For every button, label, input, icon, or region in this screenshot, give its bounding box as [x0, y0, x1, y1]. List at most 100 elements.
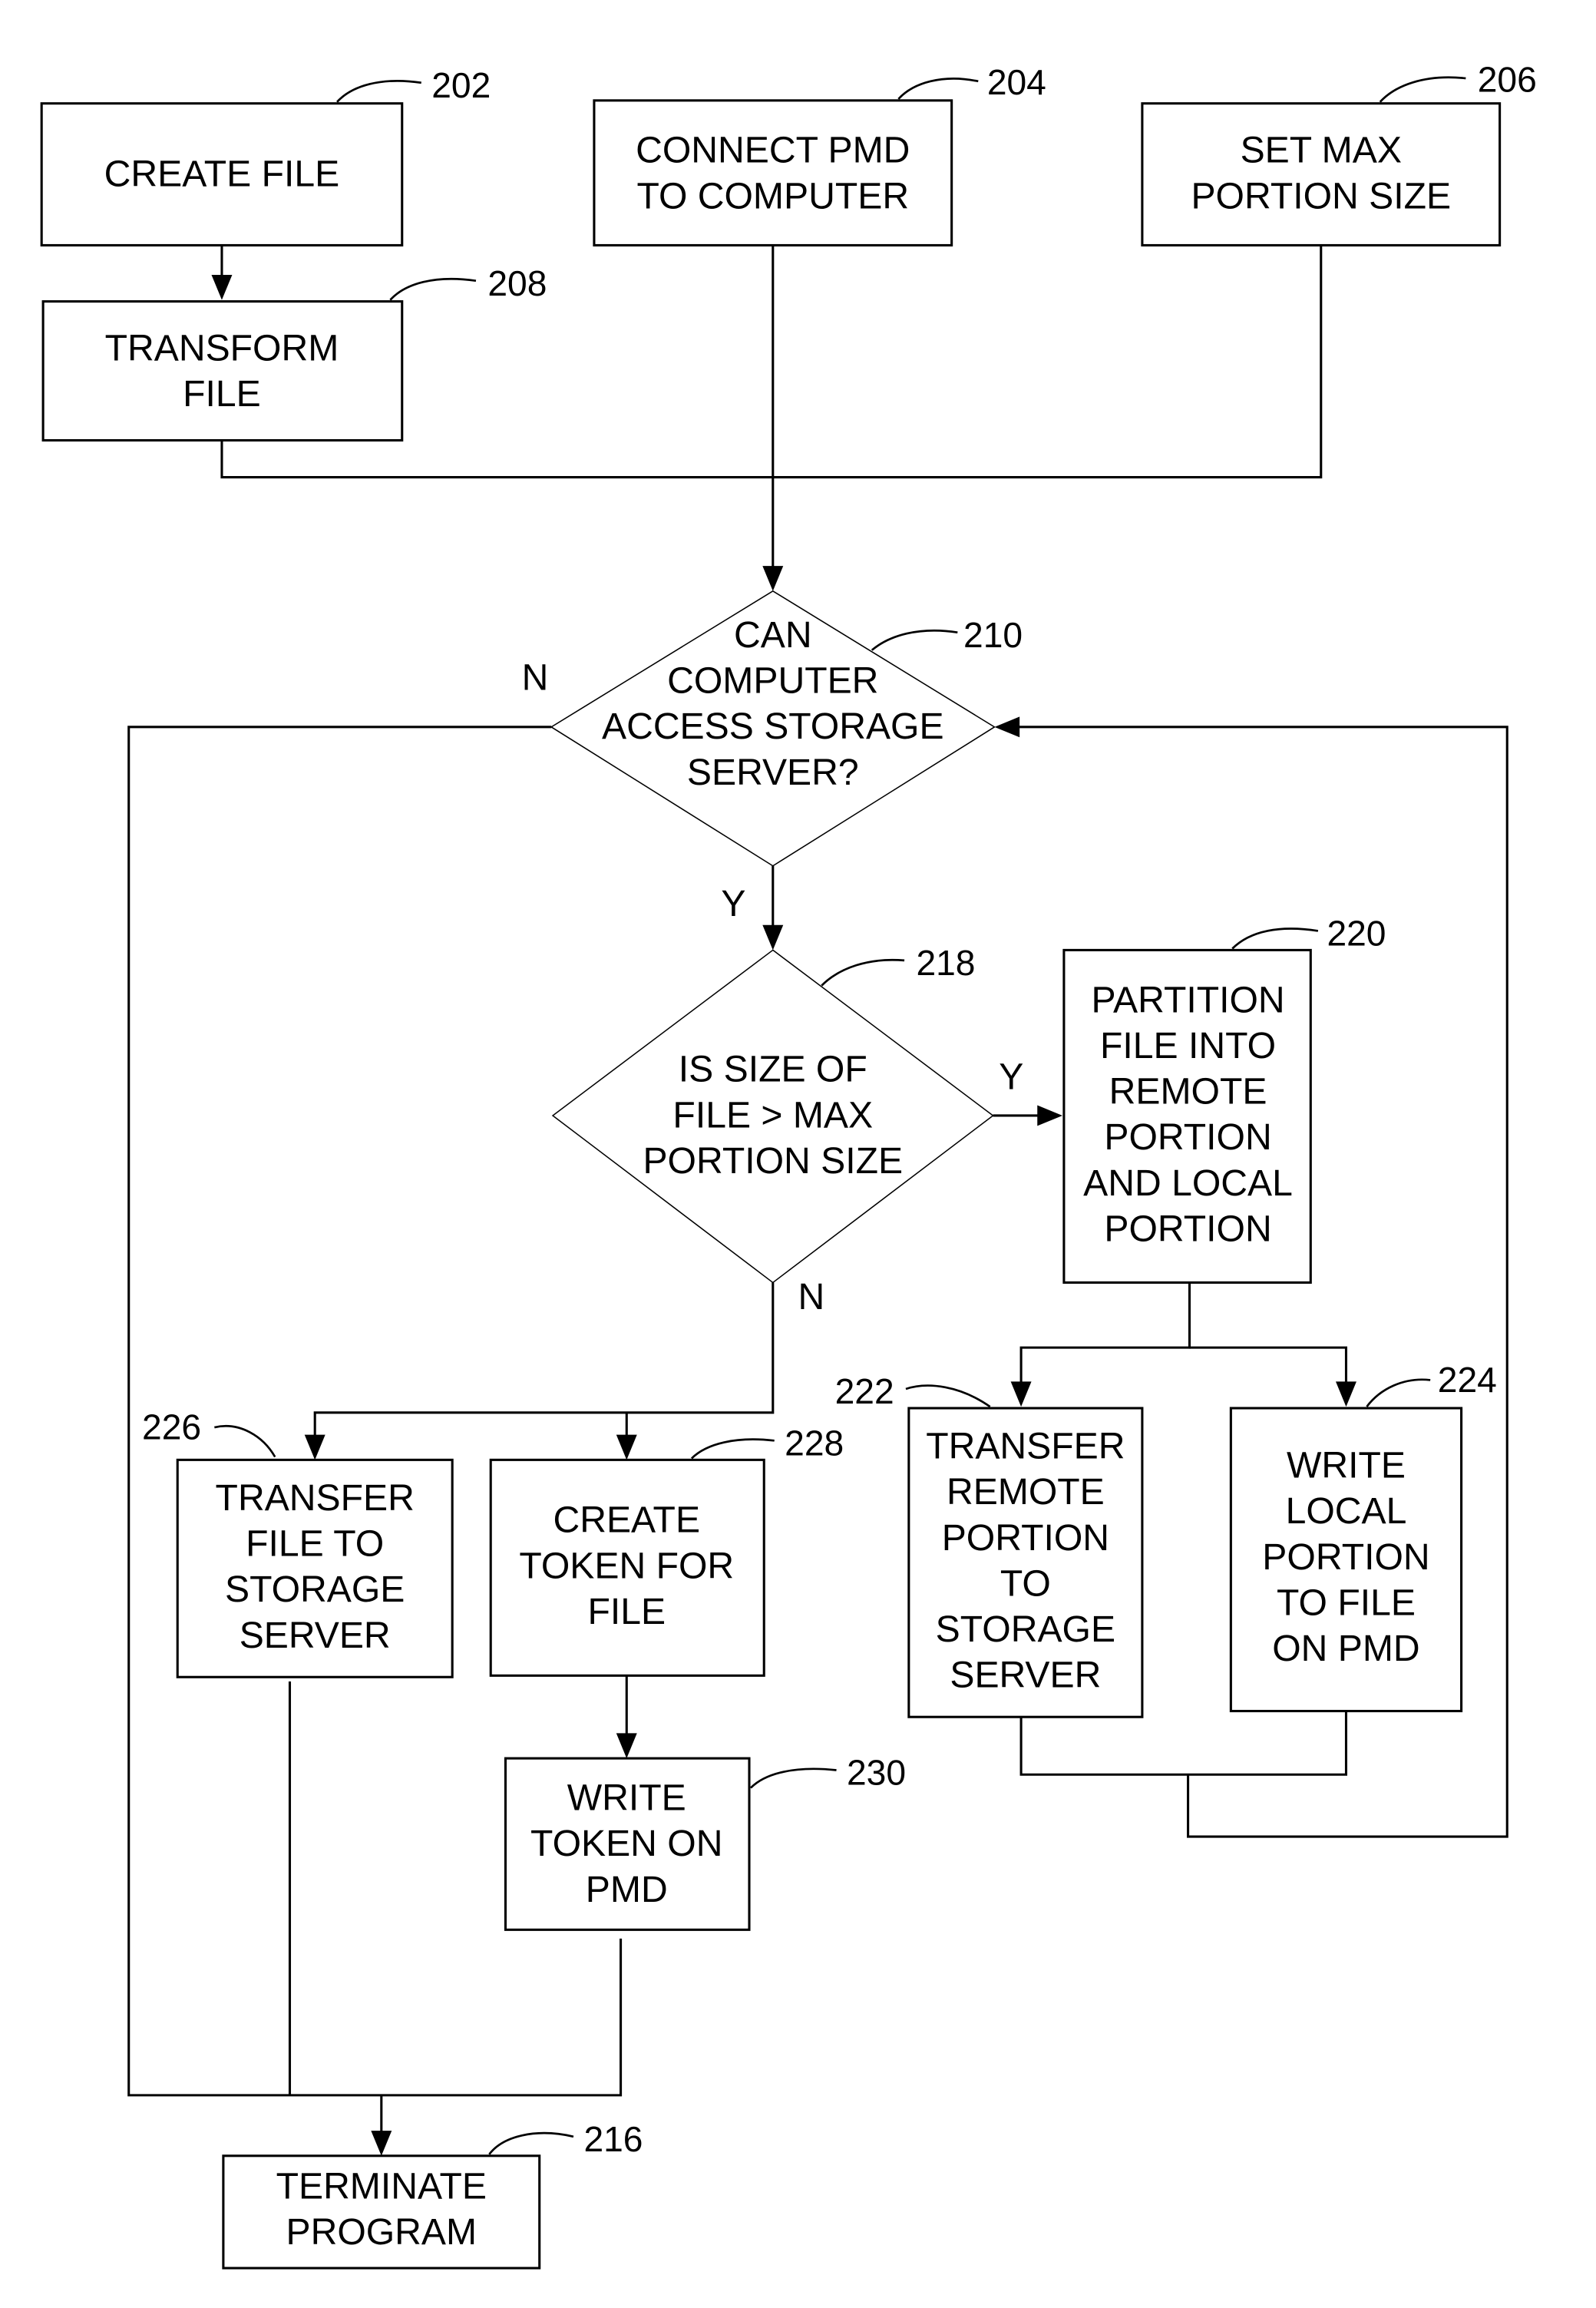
ref-228: 228 — [785, 1423, 844, 1463]
arrow-210-icon — [762, 566, 784, 591]
ref-226: 226 — [142, 1407, 201, 1447]
arrow-208-icon — [211, 274, 233, 300]
node-220-line-6: PORTION — [1104, 1209, 1271, 1250]
node-220-line-5: AND LOCAL — [1083, 1162, 1293, 1204]
node-220-line-2: FILE INTO — [1100, 1025, 1276, 1066]
edge-218-226 — [313, 1282, 775, 1446]
arrow-230-icon — [616, 1733, 637, 1759]
decision-218-line-2: FILE > MAX — [672, 1094, 873, 1136]
node-208-line-1: TRANSFORM — [105, 328, 339, 369]
node-222: TRANSFER REMOTE PORTION TO STORAGE SERVE… — [907, 1407, 1144, 1718]
node-230: WRITE TOKEN ON PMD — [504, 1757, 751, 1931]
node-202: CREATE FILE — [40, 102, 404, 246]
leader-204 — [897, 78, 979, 100]
node-206-line-1: SET MAX — [1241, 130, 1402, 171]
node-230-line-1: WRITE — [567, 1777, 686, 1818]
node-226-line-3: STORAGE — [225, 1569, 405, 1610]
node-206: SET MAX PORTION SIZE — [1141, 102, 1502, 246]
ref-222: 222 — [835, 1371, 894, 1411]
edge-222-224-merge — [1019, 1711, 1348, 1776]
arrow-218-icon — [762, 924, 784, 951]
node-224-line-2: LOCAL — [1286, 1490, 1407, 1532]
ref-224: 224 — [1438, 1360, 1497, 1400]
node-208-line-2: FILE — [183, 373, 261, 415]
leader-208 — [389, 277, 477, 301]
leader-220 — [1231, 927, 1319, 950]
edge-220-222 — [1019, 1282, 1191, 1392]
node-222-line-2: REMOTE — [947, 1471, 1105, 1513]
node-222-line-3: PORTION — [942, 1517, 1109, 1559]
node-202-label: CREATE FILE — [104, 153, 340, 194]
arrow-224-icon — [1336, 1381, 1356, 1407]
node-220: PARTITION FILE INTO REMOTE PORTION AND L… — [1062, 948, 1312, 1284]
node-216-line-2: PROGRAM — [286, 2211, 477, 2253]
leader-222 — [905, 1384, 991, 1408]
edge-220-224 — [1189, 1346, 1348, 1392]
leader-202 — [336, 80, 421, 103]
branch-210-no: N — [522, 657, 549, 699]
node-230-line-2: TOKEN ON — [530, 1823, 722, 1864]
node-228: CREATE TOKEN FOR FILE — [489, 1458, 765, 1677]
ref-204: 204 — [987, 62, 1046, 102]
node-216-line-1: TERMINATE — [276, 2166, 487, 2207]
node-224-line-4: TO FILE — [1277, 1582, 1416, 1623]
node-220-line-4: PORTION — [1104, 1116, 1271, 1158]
ref-202: 202 — [431, 65, 491, 105]
ref-208: 208 — [487, 263, 547, 303]
node-230-line-3: PMD — [586, 1869, 668, 1910]
decision-218-line-1: IS SIZE OF — [679, 1049, 867, 1090]
leader-216 — [488, 2131, 574, 2155]
node-222-line-4: TO — [1000, 1562, 1051, 1604]
decision-210-line-2: COMPUTER — [667, 660, 878, 702]
branch-210-yes: Y — [721, 883, 745, 924]
arrow-216-icon — [371, 2131, 392, 2156]
branch-218-no: N — [798, 1276, 825, 1318]
node-206-line-2: PORTION SIZE — [1191, 175, 1451, 217]
node-226-line-4: SERVER — [240, 1615, 391, 1656]
leader-226 — [214, 1425, 276, 1458]
node-224-line-5: ON PMD — [1272, 1628, 1419, 1669]
ref-218: 218 — [916, 943, 975, 983]
node-226-line-1: TRANSFER — [216, 1477, 415, 1519]
node-204-line-2: TO COMPUTER — [636, 175, 909, 217]
node-222-line-5: STORAGE — [936, 1609, 1115, 1650]
ref-230: 230 — [847, 1753, 906, 1793]
ref-220: 220 — [1327, 914, 1386, 954]
node-222-line-1: TRANSFER — [926, 1425, 1125, 1466]
node-226-line-2: FILE TO — [246, 1523, 384, 1564]
arrow-222-icon — [1010, 1381, 1032, 1407]
ref-206: 206 — [1478, 59, 1537, 99]
node-226: TRANSFER FILE TO STORAGE SERVER — [176, 1458, 454, 1678]
node-222-line-6: SERVER — [950, 1655, 1101, 1696]
leader-224 — [1366, 1378, 1431, 1407]
branch-218-yes: Y — [999, 1056, 1023, 1097]
leader-210 — [871, 629, 958, 651]
arrow-226-icon — [304, 1434, 325, 1460]
leader-218 — [821, 958, 905, 987]
decision-210: CAN COMPUTER ACCESS STORAGE SERVER? — [550, 590, 996, 867]
node-220-line-1: PARTITION — [1091, 979, 1284, 1020]
arrow-loop-icon — [994, 716, 1020, 738]
node-228-line-2: TOKEN FOR — [519, 1545, 734, 1586]
decision-210-line-4: SERVER? — [687, 752, 859, 793]
node-228-line-3: FILE — [587, 1591, 666, 1632]
flowchart: CREATE FILE CONNECT PMD TO COMPUTER SET … — [40, 59, 1537, 2270]
node-224-line-1: WRITE — [1287, 1444, 1406, 1486]
node-228-line-1: CREATE — [553, 1500, 700, 1541]
arrow-228-icon — [616, 1434, 637, 1460]
node-216: TERMINATE PROGRAM — [222, 2154, 541, 2270]
node-224: WRITE LOCAL PORTION TO FILE ON PMD — [1229, 1407, 1463, 1713]
decision-218-line-3: PORTION SIZE — [643, 1140, 903, 1182]
node-220-line-3: REMOTE — [1109, 1071, 1267, 1113]
ref-216: 216 — [583, 2119, 643, 2159]
arrow-220-icon — [1037, 1105, 1062, 1126]
decision-210-line-3: ACCESS STORAGE — [602, 706, 944, 747]
node-204: CONNECT PMD TO COMPUTER — [593, 99, 953, 246]
ref-210: 210 — [963, 615, 1023, 655]
decision-210-line-1: CAN — [734, 614, 812, 656]
leader-206 — [1379, 76, 1466, 103]
node-208: TRANSFORM FILE — [41, 300, 404, 442]
decision-218: IS SIZE OF FILE > MAX PORTION SIZE — [551, 949, 994, 1284]
node-224-line-3: PORTION — [1262, 1536, 1429, 1578]
node-204-line-1: CONNECT PMD — [636, 130, 910, 171]
